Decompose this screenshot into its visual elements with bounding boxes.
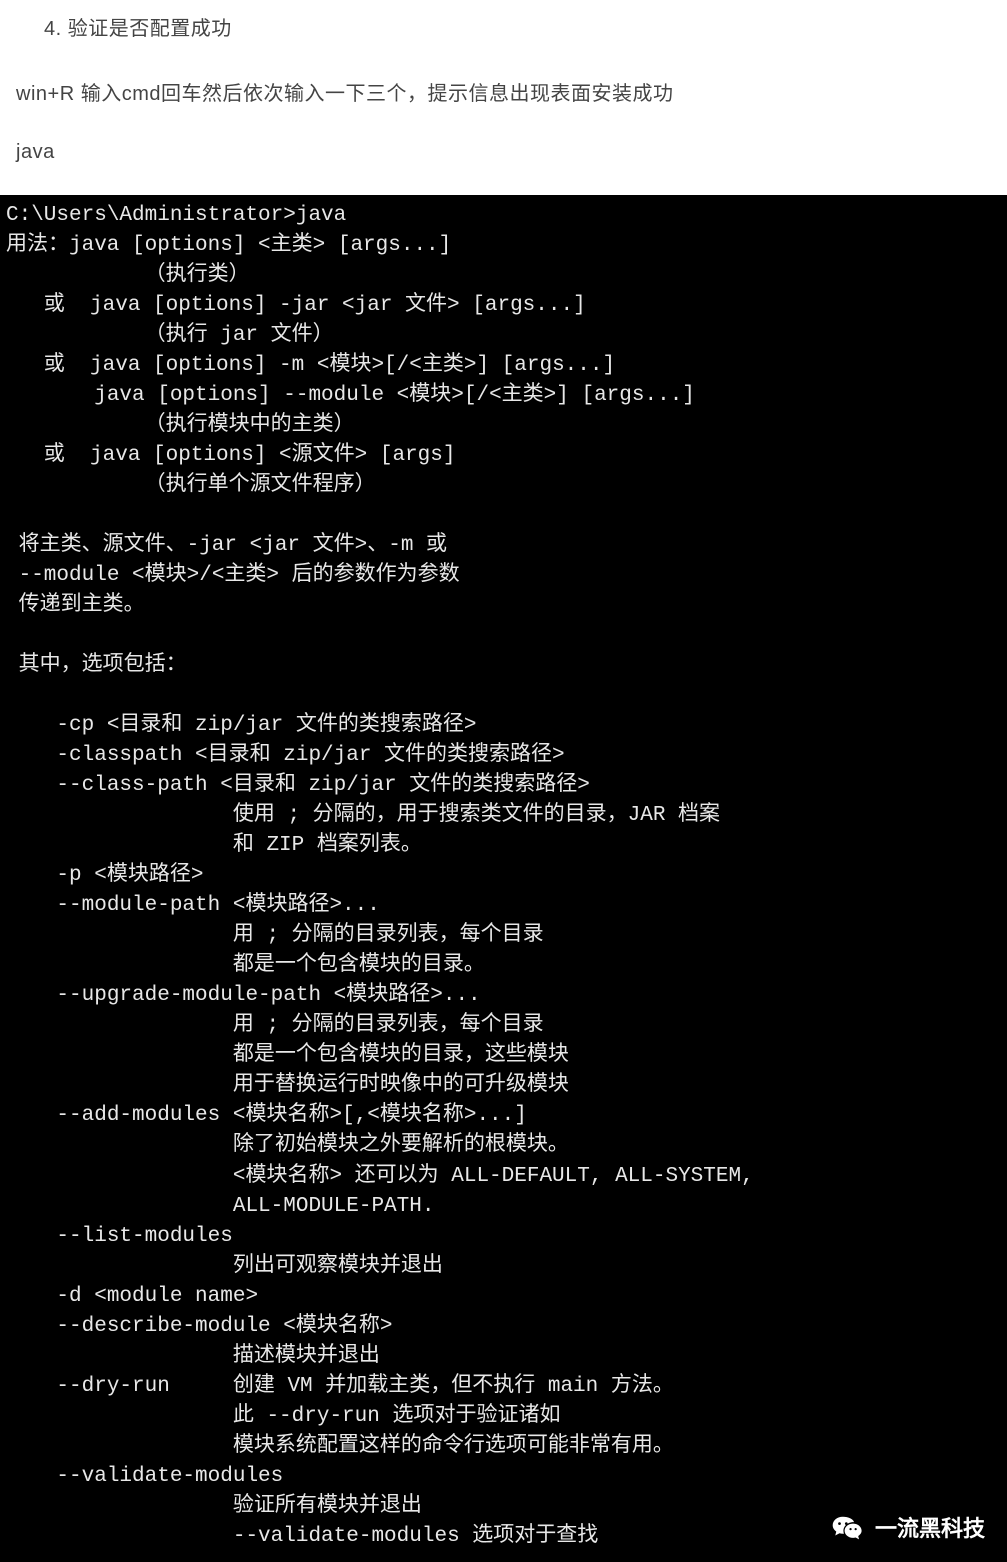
paragraph-instructions: win+R 输入cmd回车然后依次输入一下三个，提示信息出现表面安装成功 xyxy=(16,77,991,111)
article-body: 4. 验证是否配置成功 win+R 输入cmd回车然后依次输入一下三个，提示信息… xyxy=(0,0,1007,169)
terminal-output: C:\Users\Administrator>java 用法：java [opt… xyxy=(0,195,1007,1562)
paragraph-command: java xyxy=(16,135,991,169)
ordered-list-item: 4. 验证是否配置成功 xyxy=(44,12,991,41)
